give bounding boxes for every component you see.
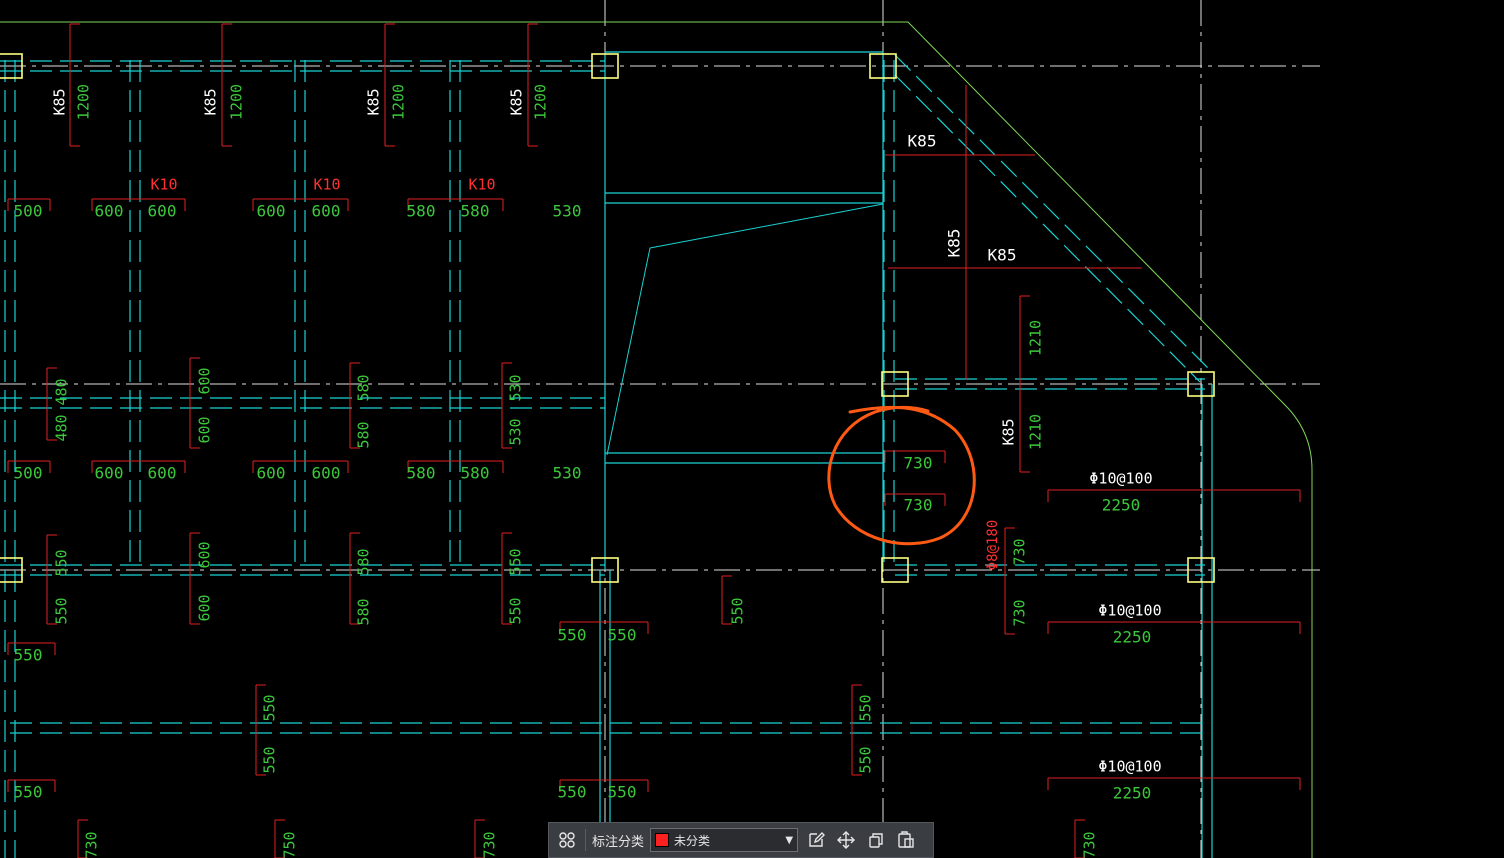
annotation-v1-c: 600 [196, 367, 214, 394]
annotation-r2-d: 600 [257, 464, 286, 483]
annotation-n2250-c: 2250 [1113, 784, 1152, 803]
annotation-d1200-4: 1200 [532, 84, 550, 120]
highlight-circle [827, 405, 976, 546]
annotation-v1-e: 580 [355, 374, 373, 401]
annotation-d1200-1: 1200 [75, 84, 93, 120]
annotation-r1-a: 500 [14, 202, 43, 221]
annotation-r2-b: 600 [95, 464, 124, 483]
annotation-k85-3: K85 [365, 88, 383, 115]
paste-icon[interactable] [894, 828, 918, 852]
opening-edge [606, 247, 651, 456]
annotation-r1-d: 600 [257, 202, 286, 221]
annotation-v2-g: 550 [507, 548, 525, 575]
category-color-swatch [655, 833, 670, 847]
annotation-r2-h: 530 [553, 464, 582, 483]
annotation-k85-diag: K85 [908, 132, 937, 151]
annotation-k10-2: K10 [313, 176, 340, 194]
annotation-r2-f: 580 [407, 464, 436, 483]
annotation-l-550-b: 550 [14, 783, 43, 802]
annotation-d1200-3: 1200 [390, 84, 408, 120]
annotation-b-750: 750 [281, 831, 299, 858]
grid-icon[interactable] [555, 828, 579, 852]
annotation-red-phi8: Φ8@180 [985, 520, 1001, 571]
diagonal-beam-edge [894, 74, 1201, 383]
diagonal-beam-edge [894, 54, 1211, 371]
annotation-k85-r: K85 [1000, 418, 1018, 445]
annotation-v2-d: 600 [196, 594, 214, 621]
annotation-v2-h: 550 [507, 597, 525, 624]
annotation-v1-a: 480 [53, 378, 71, 405]
opening-edge [649, 203, 884, 249]
category-select[interactable]: 未分类 ▼ [650, 828, 799, 852]
annotation-r1-b: 600 [95, 202, 124, 221]
chevron-down-icon: ▼ [785, 834, 794, 846]
annotation-v2-i: 550 [729, 597, 747, 624]
annotation-phi-b: Φ10@100 [1098, 602, 1161, 620]
annotation-k85-h: K85 [988, 246, 1017, 265]
category-label: 标注分类 [592, 834, 645, 850]
annotation-v2-c: 600 [196, 541, 214, 568]
annotation-v1-b: 480 [53, 414, 71, 441]
annotation-k85-v: K85 [945, 229, 964, 258]
copy-icon[interactable] [864, 828, 888, 852]
annotation-v1-f: 580 [355, 421, 373, 448]
annotation-r1-g: 580 [461, 202, 490, 221]
annotation-v3-d: 550 [857, 746, 875, 773]
annotation-n2250-b: 2250 [1113, 628, 1152, 647]
annotation-labels: K85 K85 K85 K85 1200 1200 1200 1200 K10 K10 K10 500… [14, 84, 1162, 858]
annotation-d1200-2: 1200 [228, 84, 246, 120]
annotation-k10-3: K10 [468, 176, 495, 194]
annotation-v3-b: 550 [261, 746, 279, 773]
annotation-b-730-a: 730 [83, 831, 101, 858]
annotation-r730-a: 730 [1011, 538, 1029, 565]
annotation-v1-g: 530 [507, 374, 525, 401]
cad-drawing-canvas[interactable]: K85 K85 K85 K85 1200 1200 1200 1200 K10 K10 K10 500… [0, 0, 1504, 858]
annotation-phi-c: Φ10@100 [1098, 758, 1161, 776]
annotation-r2-c: 600 [148, 464, 177, 483]
annotation-v2-e: 580 [355, 548, 373, 575]
annotation-v1-d: 600 [196, 416, 214, 443]
annotation-c730-a: 730 [904, 454, 933, 473]
annotation-r2-g: 580 [461, 464, 490, 483]
annotation-r1-c: 600 [148, 202, 177, 221]
annotation-v3-c: 550 [857, 694, 875, 721]
annotation-r4-a: 550 [558, 783, 587, 802]
annotation-v3-a: 550 [261, 694, 279, 721]
edit-icon[interactable] [804, 828, 828, 852]
annotation-l-550-a: 550 [14, 646, 43, 665]
annotation-r4-b: 550 [608, 783, 637, 802]
annotation-toolbar: 标注分类 未分类 ▼ [548, 822, 934, 858]
annotation-v2-f: 580 [355, 598, 373, 625]
annotation-v2-b: 550 [53, 597, 71, 624]
annotation-r1-e: 600 [312, 202, 341, 221]
move-icon[interactable] [834, 828, 858, 852]
annotation-phi-a: Φ10@100 [1089, 470, 1152, 488]
category-select-value: 未分类 [674, 833, 711, 848]
annotation-v1-h: 530 [507, 418, 525, 445]
annotation-c730-b: 730 [904, 496, 933, 515]
annotation-b-730-c: 730 [1081, 831, 1099, 858]
annotation-n2250-a: 2250 [1102, 496, 1141, 515]
annotation-k10-1: K10 [150, 176, 177, 194]
toolbar-divider [585, 829, 586, 851]
annotation-r3-b: 550 [608, 626, 637, 645]
annotation-k85-1: K85 [51, 88, 69, 115]
annotation-r730-b: 730 [1011, 599, 1029, 626]
annotation-v2-a: 550 [53, 549, 71, 576]
annotation-d1210-a: 1210 [1027, 320, 1045, 356]
annotation-d1210-b: 1210 [1027, 414, 1045, 450]
annotation-r3-a: 550 [558, 626, 587, 645]
annotation-b-730-b: 730 [481, 831, 499, 858]
annotation-r1-f: 580 [407, 202, 436, 221]
annotation-r2-e: 600 [312, 464, 341, 483]
annotation-r1-h: 530 [553, 202, 582, 221]
annotation-k85-2: K85 [202, 88, 220, 115]
annotation-k85-4: K85 [508, 88, 526, 115]
annotation-r2-a: 500 [14, 464, 43, 483]
